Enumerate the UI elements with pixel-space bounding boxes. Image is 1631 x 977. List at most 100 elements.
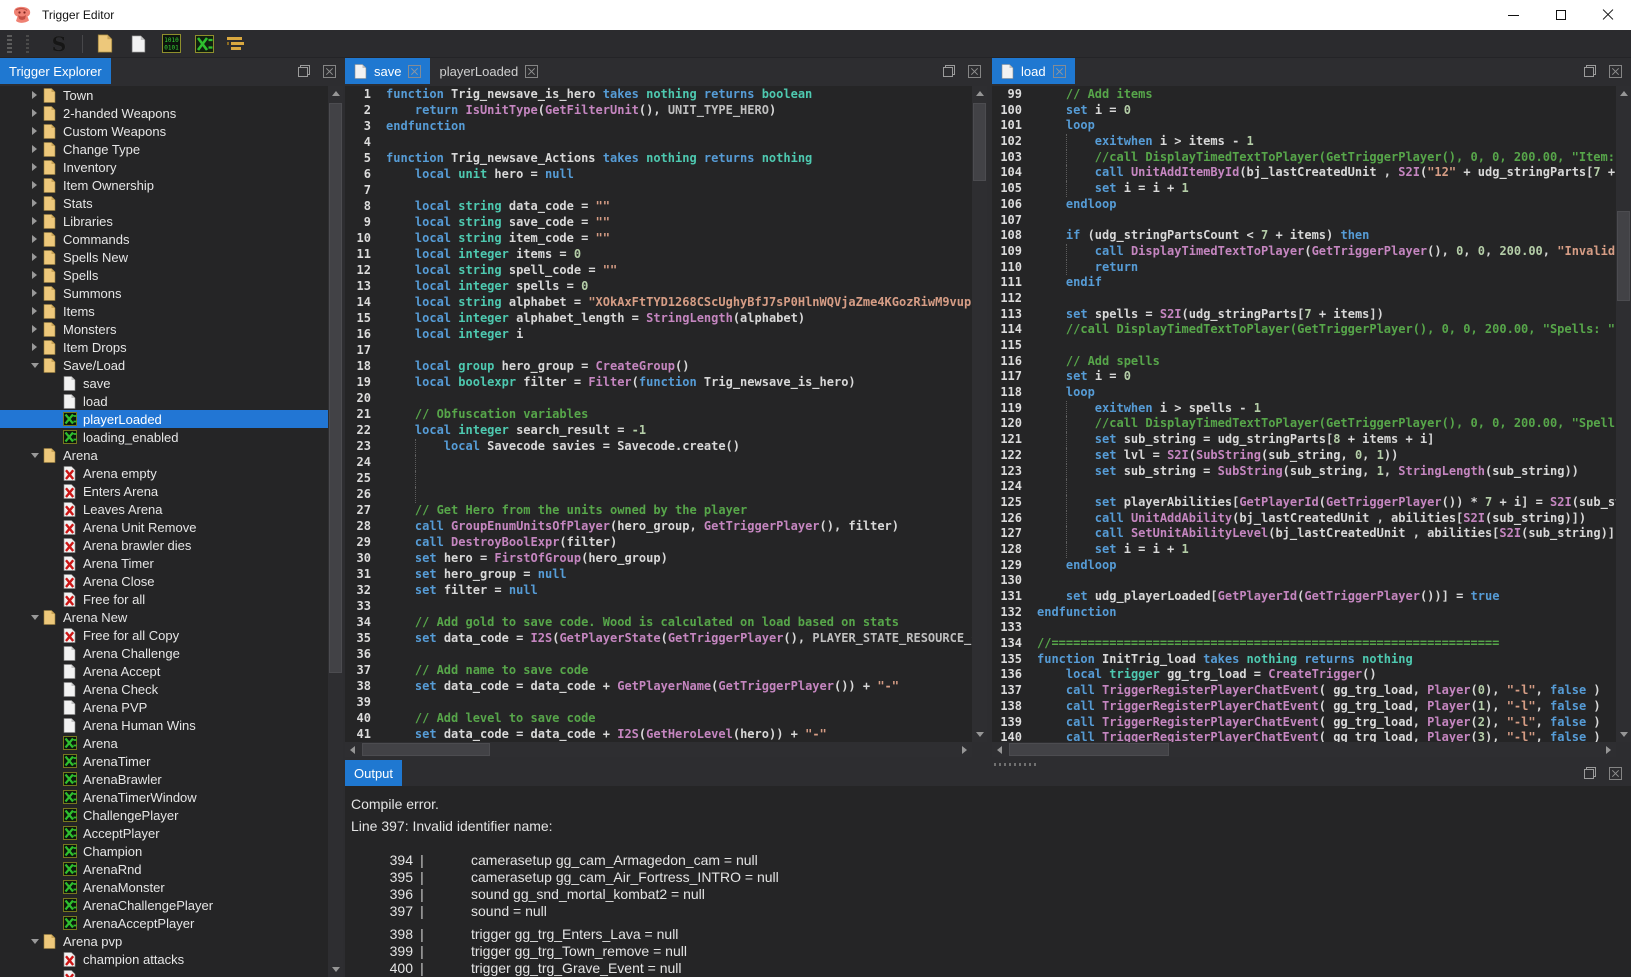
maximize-button[interactable] — [1537, 0, 1584, 30]
toolbar-grip[interactable] — [7, 35, 12, 53]
tree-item[interactable]: ArenaAcceptPlayer — [0, 914, 328, 932]
tree-item[interactable]: Arena Human Wins — [0, 716, 328, 734]
scroll-down-icon[interactable] — [328, 962, 343, 977]
float-panel-icon[interactable] — [1584, 767, 1596, 779]
chevron-right-icon[interactable] — [26, 217, 43, 225]
tree-item[interactable]: Free for all — [0, 590, 328, 608]
close-button[interactable] — [1584, 0, 1631, 30]
tree-item[interactable]: 2-handed Weapons — [0, 104, 328, 122]
tree-item[interactable]: ArenaChallengePlayer — [0, 896, 328, 914]
chevron-down-icon[interactable] — [26, 615, 43, 620]
minimize-button[interactable] — [1490, 0, 1537, 30]
tree-item[interactable]: ArenaBrawler — [0, 770, 328, 788]
scroll-up-icon[interactable] — [972, 86, 987, 101]
chevron-down-icon[interactable] — [26, 939, 43, 944]
tree-item[interactable]: Arena pvp — [0, 932, 328, 950]
tree-item[interactable]: Monsters — [0, 320, 328, 338]
splitter-grip[interactable] — [994, 763, 1036, 766]
editor-1-vscrollbar[interactable] — [972, 86, 987, 742]
editor-2-hscrollbar[interactable] — [992, 742, 1616, 757]
tree-item[interactable]: Arena New — [0, 608, 328, 626]
chevron-right-icon[interactable] — [26, 199, 43, 207]
scroll-left-icon[interactable] — [992, 742, 1007, 757]
tree-item[interactable]: Spells New — [0, 248, 328, 266]
chevron-right-icon[interactable] — [26, 235, 43, 243]
close-tab-icon[interactable] — [1053, 65, 1066, 78]
tree-item[interactable]: playerLoaded — [0, 410, 328, 428]
tree-item[interactable]: Arena empty — [0, 464, 328, 482]
scroll-up-icon[interactable] — [328, 86, 343, 101]
tab-trigger-explorer[interactable]: Trigger Explorer — [0, 58, 111, 84]
tree-item[interactable]: Arena Check — [0, 680, 328, 698]
convert-binary-button[interactable]: 1010 0101 — [159, 32, 183, 56]
chevron-right-icon[interactable] — [26, 109, 43, 117]
float-panel-icon[interactable] — [943, 65, 955, 77]
close-panel-icon[interactable] — [1609, 767, 1622, 780]
chevron-right-icon[interactable] — [26, 91, 43, 99]
tree-item[interactable]: ArenaTimerWindow — [0, 788, 328, 806]
tree-item[interactable]: Inventory — [0, 158, 328, 176]
tree-item[interactable]: champion attacks — [0, 950, 328, 968]
code-area[interactable]: // Add items set i = 0 loop exitwhen i >… — [1022, 86, 1616, 742]
tree-item[interactable]: Enters Arena — [0, 482, 328, 500]
tree-item[interactable]: AcceptPlayer — [0, 824, 328, 842]
tree-scrollbar-thumb[interactable] — [329, 103, 342, 673]
chevron-right-icon[interactable] — [26, 271, 43, 279]
chevron-down-icon[interactable] — [26, 453, 43, 458]
tree-item[interactable] — [0, 968, 328, 977]
scroll-right-icon[interactable] — [957, 742, 972, 757]
code-editor-load[interactable]: 9910010110210310410510610710810911011111… — [992, 86, 1616, 742]
close-panel-icon[interactable] — [968, 65, 981, 78]
chevron-right-icon[interactable] — [26, 307, 43, 315]
tree-item[interactable]: Save/Load — [0, 356, 328, 374]
scroll-down-icon[interactable] — [1616, 727, 1631, 742]
tab-output[interactable]: Output — [345, 760, 402, 786]
chevron-down-icon[interactable] — [26, 363, 43, 368]
tab-save[interactable]: save — [345, 58, 430, 84]
code-editor-save[interactable]: 1234567891011121314151617181920212223242… — [345, 86, 972, 742]
tree-item[interactable]: Arena Close — [0, 572, 328, 590]
new-script-button[interactable] — [192, 32, 216, 56]
new-category-button[interactable] — [93, 32, 117, 56]
tree-item[interactable]: Libraries — [0, 212, 328, 230]
tree-item[interactable]: ChallengePlayer — [0, 806, 328, 824]
tree-item[interactable]: Spells — [0, 266, 328, 284]
tree-item[interactable]: ArenaMonster — [0, 878, 328, 896]
tree-item[interactable]: Item Ownership — [0, 176, 328, 194]
editor-2-vscrollbar[interactable] — [1616, 86, 1631, 742]
tree-item[interactable]: Arena PVP — [0, 698, 328, 716]
tree-item[interactable]: Change Type — [0, 140, 328, 158]
chevron-right-icon[interactable] — [26, 253, 43, 261]
scrollbar-thumb[interactable] — [973, 103, 986, 181]
float-panel-icon[interactable] — [1584, 65, 1596, 77]
chevron-right-icon[interactable] — [26, 181, 43, 189]
chevron-right-icon[interactable] — [26, 127, 43, 135]
tree-item[interactable]: ArenaRnd — [0, 860, 328, 878]
close-tab-icon[interactable] — [408, 65, 421, 78]
scroll-right-icon[interactable] — [1601, 742, 1616, 757]
close-tab-icon[interactable] — [525, 65, 538, 78]
tree-item[interactable]: ArenaTimer — [0, 752, 328, 770]
chevron-right-icon[interactable] — [26, 289, 43, 297]
trigger-tree[interactable]: Town2-handed WeaponsCustom WeaponsChange… — [0, 86, 328, 977]
tab-playerLoaded[interactable]: playerLoaded — [430, 58, 547, 84]
tree-item[interactable]: Arena — [0, 446, 328, 464]
tree-item[interactable]: Arena Timer — [0, 554, 328, 572]
tree-item[interactable]: Town — [0, 86, 328, 104]
scroll-up-icon[interactable] — [1616, 86, 1631, 101]
tree-item[interactable]: Free for all Copy — [0, 626, 328, 644]
script-tool-button[interactable]: S — [47, 32, 71, 56]
editor-1-hscrollbar[interactable] — [345, 742, 972, 757]
tree-item[interactable]: Custom Weapons — [0, 122, 328, 140]
scrollbar-thumb[interactable] — [1009, 743, 1169, 756]
new-trigger-button[interactable] — [126, 32, 150, 56]
tree-item[interactable]: save — [0, 374, 328, 392]
chevron-right-icon[interactable] — [26, 145, 43, 153]
tree-item[interactable]: Items — [0, 302, 328, 320]
scrollbar-thumb[interactable] — [362, 743, 490, 756]
float-panel-icon[interactable] — [298, 65, 310, 77]
chevron-right-icon[interactable] — [26, 343, 43, 351]
tree-scrollbar[interactable] — [328, 86, 343, 977]
comment-list-button[interactable] — [225, 32, 249, 56]
code-area[interactable]: function Trig_newsave_is_hero takes noth… — [371, 86, 972, 742]
